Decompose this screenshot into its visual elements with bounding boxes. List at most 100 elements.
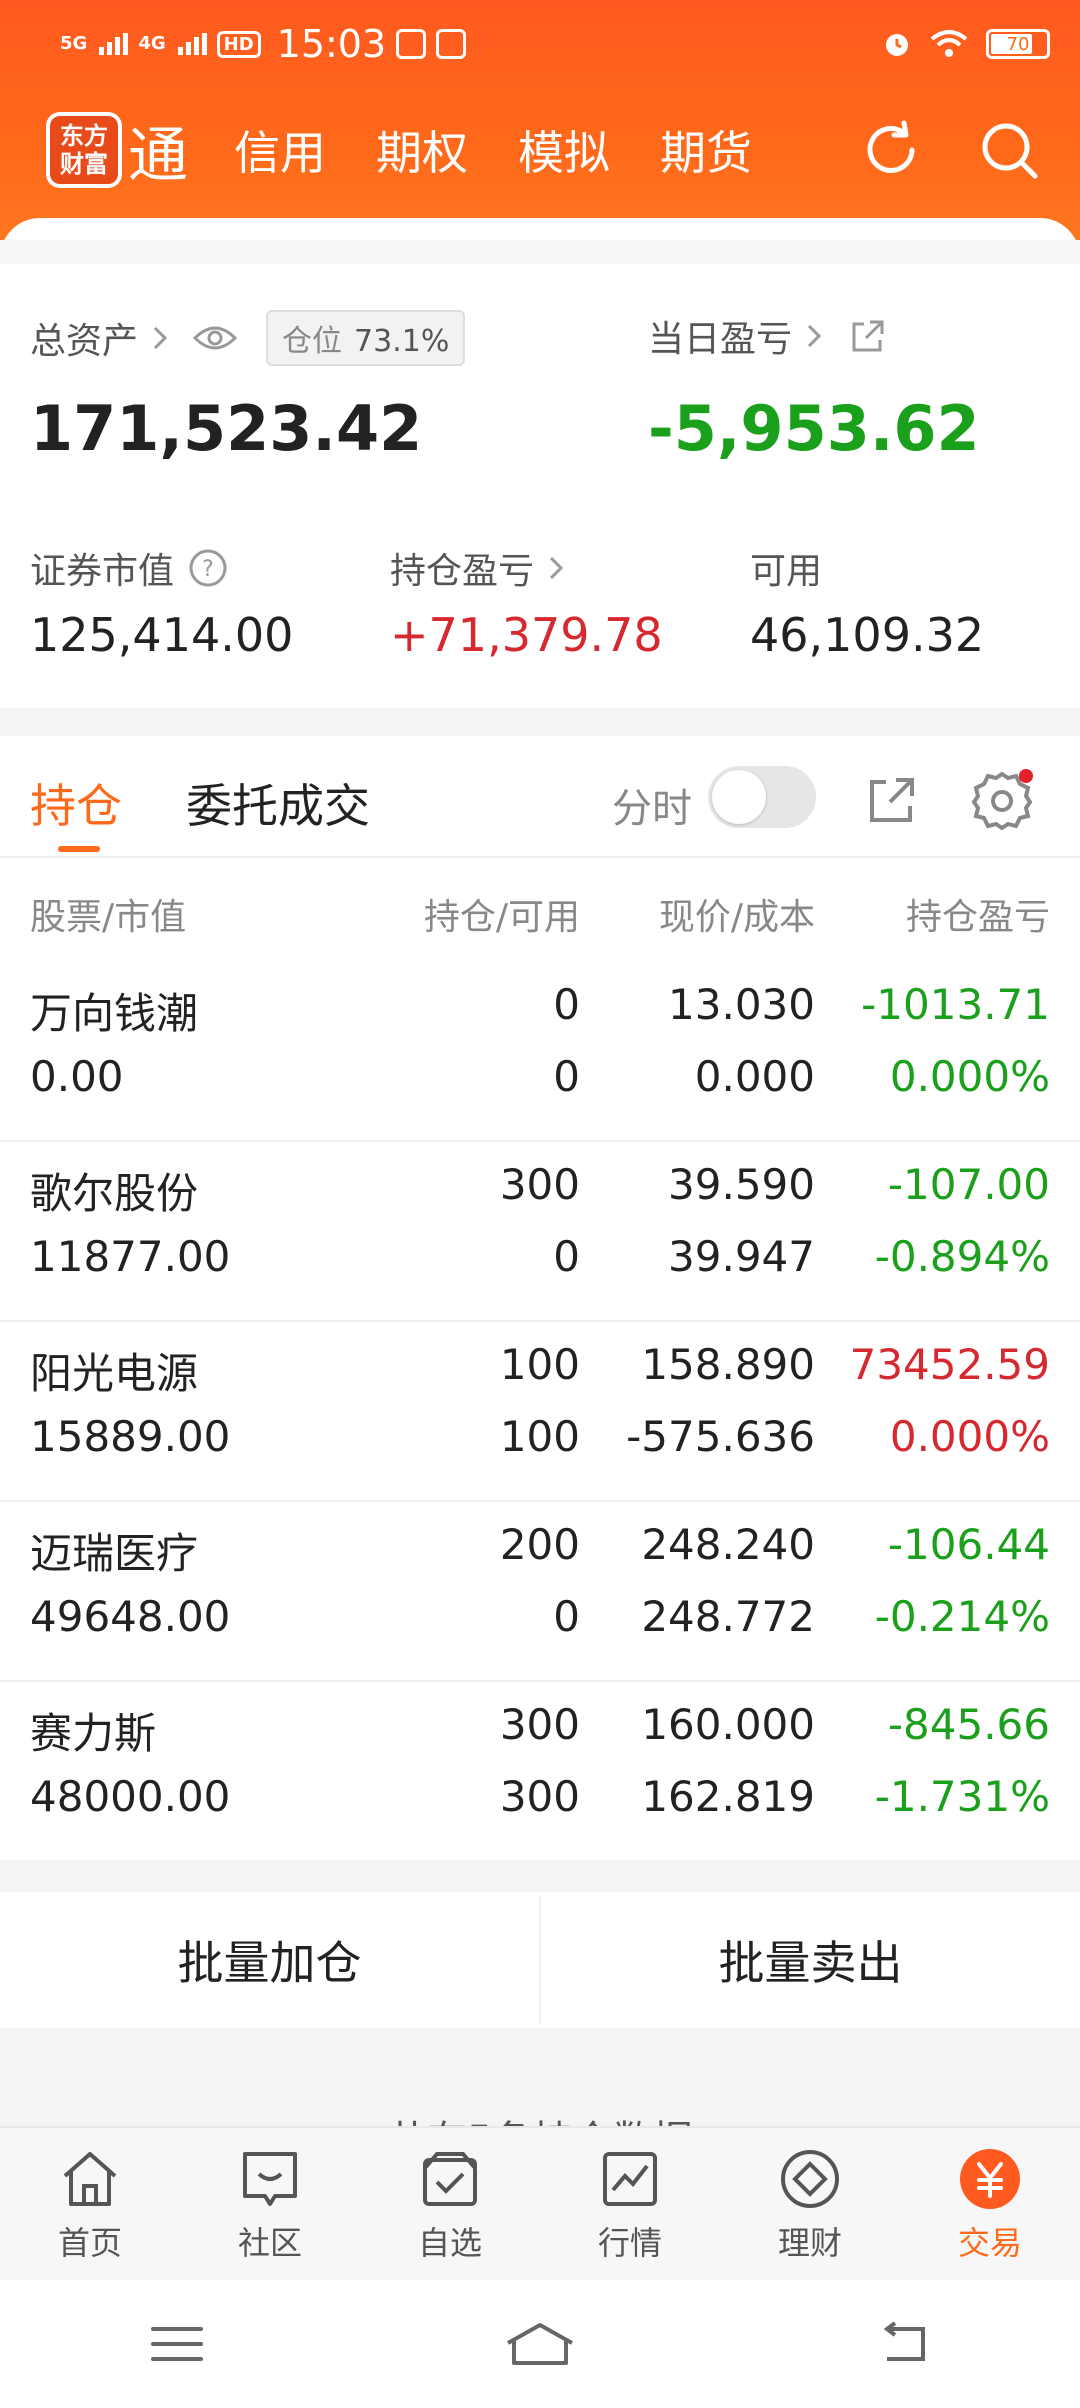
eye-icon[interactable] — [192, 323, 238, 353]
chevron-right-icon[interactable] — [806, 323, 822, 349]
total-assets-value: 171,523.42 — [30, 392, 423, 465]
market-value: 0.00 — [30, 1052, 124, 1101]
chart-line-icon — [603, 2152, 657, 2206]
stock-name: 迈瑞医疗 — [30, 1529, 199, 1578]
avail-qty: 300 — [499, 1772, 580, 1821]
watchlist-bag-icon — [423, 2152, 477, 2206]
batch-sell-button[interactable]: 批量卖出 — [541, 1892, 1080, 2028]
nav-tab-credit[interactable]: 信用 — [234, 117, 326, 183]
clock: 15:03 — [276, 22, 387, 66]
market-value: 48000.00 — [30, 1772, 231, 1821]
hold-qty: 100 — [499, 1340, 580, 1389]
brand-name-fragment[interactable]: 通 — [128, 107, 188, 194]
chat-bubble-icon — [243, 2152, 297, 2206]
back-icon[interactable] — [873, 2319, 933, 2369]
menu-icon[interactable] — [147, 2319, 207, 2369]
market-value: 49648.00 — [30, 1592, 231, 1641]
bottom-nav-watchlist[interactable]: 自选 — [360, 2128, 540, 2280]
tab-active-indicator — [58, 846, 100, 852]
share-external-icon[interactable] — [866, 774, 918, 826]
stock-name: 阳光电源 — [30, 1349, 199, 1398]
header-stock-mv: 股票/市值 — [30, 897, 187, 938]
day-pl-label[interactable]: 当日盈亏 — [648, 310, 792, 362]
market-value: 11877.00 — [30, 1232, 231, 1281]
tab-orders[interactable]: 委托成交 — [186, 770, 370, 836]
chevron-right-icon[interactable] — [548, 555, 564, 581]
hold-pl: -106.44 — [887, 1520, 1050, 1569]
table-row[interactable]: 歌尔股份 11877.00 300 0 39.590 39.947 -107.0… — [0, 1142, 1080, 1322]
nav-tab-futures[interactable]: 期货 — [660, 117, 752, 183]
current-price: 13.030 — [668, 980, 815, 1029]
table-row[interactable]: 万向钱潮 0.00 0 0 13.030 0.000 -1013.71 0.00… — [0, 962, 1080, 1142]
bottom-nav-community[interactable]: 社区 — [180, 2128, 360, 2280]
card-top-divider — [0, 240, 1080, 264]
intraday-toggle[interactable] — [708, 766, 816, 828]
nav-tab-simulation[interactable]: 模拟 — [518, 117, 610, 183]
intraday-toggle-label: 分时 — [612, 786, 692, 832]
refresh-icon[interactable] — [860, 119, 922, 181]
bottom-nav-trade[interactable]: 交易 — [900, 2128, 1080, 2280]
cost-price: -575.636 — [626, 1412, 815, 1461]
hold-pl-percent: -1.731% — [874, 1772, 1050, 1821]
alarm-icon — [886, 34, 908, 56]
bottom-nav-wealth[interactable]: 理财 — [720, 2128, 900, 2280]
table-header: 股票/市值 持仓/可用 现价/成本 持仓盈亏 — [0, 858, 1080, 962]
bottom-nav-home[interactable]: 首页 — [0, 2128, 180, 2280]
market-value-label: 证券市值 — [30, 551, 175, 592]
total-assets-label[interactable]: 总资产 — [30, 312, 138, 364]
wifi-icon — [930, 30, 968, 57]
cost-price: 39.947 — [668, 1232, 815, 1281]
table-row[interactable]: 赛力斯 48000.00 300 300 160.000 162.819 -84… — [0, 1682, 1080, 1862]
settings-gear-icon[interactable] — [970, 768, 1034, 832]
status-bar: 5G 4G HD 15:03 70 — [60, 16, 1050, 72]
available-value: 46,109.32 — [750, 608, 985, 662]
header-hold-avail: 持仓/可用 — [423, 897, 580, 938]
search-icon[interactable] — [978, 119, 1040, 181]
stock-name: 赛力斯 — [30, 1709, 157, 1758]
hold-qty: 300 — [499, 1700, 580, 1749]
hold-pl-value: +71,379.78 — [390, 608, 663, 662]
header-hold-pl[interactable]: 持仓盈亏 — [906, 888, 1050, 940]
signal-bars-icon — [99, 33, 129, 55]
signal-bars-icon — [177, 33, 207, 55]
hold-qty: 300 — [499, 1160, 580, 1209]
hold-pl-label[interactable]: 持仓盈亏 — [390, 542, 534, 594]
cost-price: 162.819 — [641, 1772, 815, 1821]
chevron-right-icon[interactable] — [152, 325, 168, 351]
hold-pl: -107.00 — [887, 1160, 1050, 1209]
tab-holdings[interactable]: 持仓 — [30, 770, 122, 836]
signal-4g-label: 4G — [138, 33, 166, 54]
avail-qty: 0 — [553, 1592, 580, 1641]
holdings-table: 股票/市值 持仓/可用 现价/成本 持仓盈亏 万向钱潮 0.00 0 0 13.… — [0, 858, 1080, 1860]
hold-pl: 73452.59 — [849, 1340, 1050, 1389]
hold-pl-percent: 0.000% — [889, 1052, 1050, 1101]
bottom-nav: 首页 社区 自选 行情 理财 交易 — [0, 2126, 1080, 2280]
current-price: 248.240 — [641, 1520, 815, 1569]
system-navigation-bar — [0, 2280, 1080, 2408]
help-icon[interactable]: ? — [188, 548, 228, 588]
home-icon — [63, 2152, 117, 2206]
bottom-nav-market[interactable]: 行情 — [540, 2128, 720, 2280]
home-gesture-icon[interactable] — [502, 2319, 578, 2369]
stock-name: 万向钱潮 — [30, 989, 199, 1038]
toggle-knob — [712, 770, 766, 824]
hold-pl: -1013.71 — [861, 980, 1050, 1029]
current-price: 160.000 — [641, 1700, 815, 1749]
cost-price: 248.772 — [641, 1592, 815, 1641]
batch-add-button[interactable]: 批量加仓 — [0, 1892, 539, 2028]
share-external-icon[interactable] — [850, 318, 886, 354]
table-row[interactable]: 阳光电源 15889.00 100 100 158.890 -575.636 7… — [0, 1322, 1080, 1502]
signal-5g-label: 5G — [60, 33, 88, 54]
app-notification-icon — [396, 29, 427, 59]
hold-pl: -845.66 — [887, 1700, 1050, 1749]
hold-pl-percent: -0.894% — [874, 1232, 1050, 1281]
nav-tab-options[interactable]: 期权 — [376, 117, 468, 183]
market-value: 125,414.00 — [30, 608, 294, 662]
svg-text:?: ? — [202, 557, 214, 582]
table-row[interactable]: 迈瑞医疗 49648.00 200 0 248.240 248.772 -106… — [0, 1502, 1080, 1682]
hold-pl-percent: 0.000% — [889, 1412, 1050, 1461]
available-label: 可用 — [750, 551, 823, 592]
stock-name: 歌尔股份 — [30, 1169, 199, 1218]
avail-qty: 100 — [499, 1412, 580, 1461]
diamond-icon — [781, 2150, 839, 2208]
